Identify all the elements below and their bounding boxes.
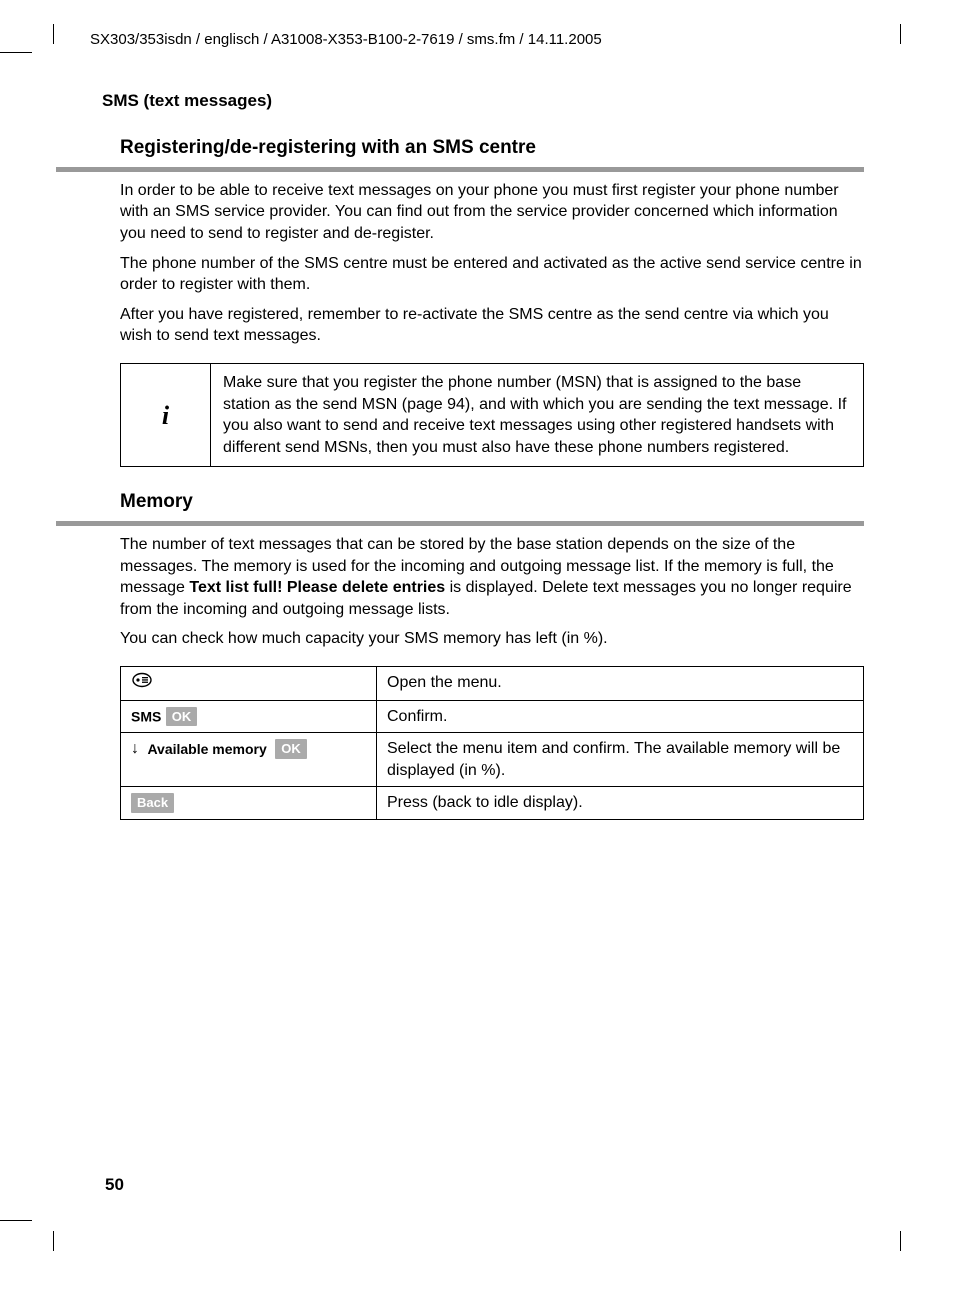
bold-text: Text list full! Please delete entries xyxy=(189,579,445,596)
heading-memory: Memory xyxy=(120,489,864,515)
paragraph: The number of text messages that can be … xyxy=(120,534,864,620)
menu-icon xyxy=(131,672,153,695)
ok-key: OK xyxy=(166,707,198,727)
step-description: Confirm. xyxy=(377,700,864,733)
page-number: 50 xyxy=(105,1174,124,1197)
paragraph: After you have registered, remember to r… xyxy=(120,304,864,347)
crop-mark xyxy=(53,1231,54,1251)
back-key: Back xyxy=(131,793,174,813)
table-row: ↓ Available memory OK Select the menu it… xyxy=(121,733,864,787)
crop-mark xyxy=(0,52,32,53)
info-icon: i xyxy=(121,364,211,466)
steps-table: Open the menu. SMS OK Confirm. ↓ Availab… xyxy=(120,666,864,820)
content: SMS (text messages) Registering/de-regis… xyxy=(120,90,864,820)
step-action: SMS OK xyxy=(121,700,377,733)
step-description: Open the menu. xyxy=(377,666,864,700)
header-path: SX303/353isdn / englisch / A31008-X353-B… xyxy=(90,30,894,50)
paragraph: You can check how much capacity your SMS… xyxy=(120,628,864,650)
step-action: Back xyxy=(121,787,377,820)
menu-item-label: Available memory xyxy=(147,741,266,757)
crop-mark xyxy=(900,24,901,44)
ok-key: OK xyxy=(275,739,307,759)
sms-label: SMS xyxy=(131,708,161,724)
heading-rule xyxy=(56,521,864,526)
table-row: Open the menu. xyxy=(121,666,864,700)
table-row: Back Press (back to idle display). xyxy=(121,787,864,820)
step-description: Select the menu item and confirm. The av… xyxy=(377,733,864,787)
table-row: SMS OK Confirm. xyxy=(121,700,864,733)
crop-mark xyxy=(0,1220,32,1221)
paragraph: The phone number of the SMS centre must … xyxy=(120,253,864,296)
heading-rule xyxy=(56,167,864,172)
section-label: SMS (text messages) xyxy=(102,90,864,113)
step-action xyxy=(121,666,377,700)
crop-mark xyxy=(53,24,54,44)
step-action: ↓ Available memory OK xyxy=(121,733,377,787)
page: SX303/353isdn / englisch / A31008-X353-B… xyxy=(0,0,954,1307)
step-description: Press (back to idle display). xyxy=(377,787,864,820)
heading-registering: Registering/de-registering with an SMS c… xyxy=(120,135,864,161)
crop-mark xyxy=(900,1231,901,1251)
paragraph: In order to be able to receive text mess… xyxy=(120,180,864,245)
arrow-down-icon: ↓ xyxy=(131,740,139,757)
info-box: i Make sure that you register the phone … xyxy=(120,363,864,467)
info-text: Make sure that you register the phone nu… xyxy=(211,364,863,466)
